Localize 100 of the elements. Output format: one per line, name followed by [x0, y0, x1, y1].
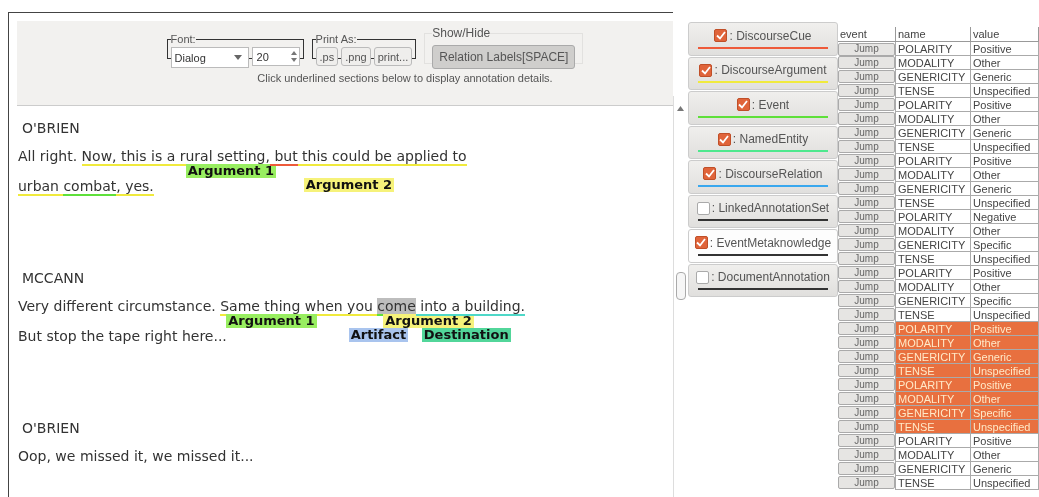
speaker-name: O'BRIEN	[21, 119, 81, 138]
jump-button[interactable]: Jump	[838, 350, 895, 364]
table-cell: TENSE	[895, 83, 971, 98]
annotation-link[interactable]: combat	[63, 178, 117, 196]
table-cell: GENERICITY	[895, 125, 971, 140]
layer-toggle[interactable]: : DiscourseCue	[688, 22, 838, 56]
annotation-link[interactable]: into a building.	[415, 298, 526, 316]
scroll-up-icon[interactable]	[677, 106, 684, 111]
print-button[interactable]: .ps	[315, 47, 339, 66]
table-cell: Unspecified	[970, 195, 1039, 210]
annotation-link[interactable]: Now, this is a	[81, 148, 180, 166]
table-cell: Negative	[970, 209, 1039, 224]
jump-button[interactable]: Jump	[838, 434, 895, 448]
table-cell: TENSE	[895, 307, 971, 322]
print-button[interactable]: .png	[341, 47, 371, 66]
column-header[interactable]: event	[838, 27, 896, 42]
table-cell: Other	[970, 223, 1039, 238]
table-cell: MODALITY	[895, 279, 971, 294]
table-cell: POLARITY	[895, 97, 971, 112]
jump-button[interactable]: Jump	[838, 294, 895, 308]
annotation-link[interactable]: urban	[18, 178, 64, 196]
group-label: Show/Hide	[432, 26, 491, 40]
table-cell: Other	[970, 111, 1039, 126]
table-cell: GENERICITY	[895, 181, 971, 196]
table-cell: MODALITY	[895, 111, 971, 126]
layer-toggle[interactable]: : DiscourseRelation	[688, 160, 838, 194]
layer-toggle[interactable]: : EventMetaknowledge	[688, 229, 838, 263]
jump-button[interactable]: Jump	[838, 84, 895, 98]
jump-button[interactable]: Jump	[838, 224, 895, 238]
jump-button[interactable]: Jump	[838, 42, 895, 56]
jump-button[interactable]: Jump	[838, 448, 895, 462]
jump-button[interactable]: Jump	[838, 140, 895, 154]
jump-button[interactable]: Jump	[838, 322, 895, 336]
caret-icon	[233, 55, 242, 60]
annotation-link[interactable]: but	[269, 148, 298, 166]
checkbox[interactable]	[696, 201, 710, 215]
checkbox[interactable]	[699, 63, 713, 77]
table-cell: Positive	[970, 153, 1039, 168]
jump-button[interactable]: Jump	[838, 476, 895, 490]
jump-button[interactable]: Jump	[838, 98, 895, 112]
group-label: Font:	[170, 33, 196, 45]
jump-button[interactable]: Jump	[838, 238, 895, 252]
layer-toggle[interactable]: : Event	[688, 91, 838, 125]
layer-toggle[interactable]: : LinkedAnnotationSet	[688, 194, 838, 228]
table-cell: Positive	[970, 97, 1039, 112]
table-cell: POLARITY	[895, 433, 971, 448]
table-cell: TENSE	[895, 195, 971, 210]
jump-button[interactable]: Jump	[838, 168, 895, 182]
table-cell: GENERICITY	[895, 293, 971, 308]
annotation-link[interactable]: come	[377, 298, 416, 316]
jump-button[interactable]: Jump	[838, 210, 895, 224]
column-header[interactable]: name	[895, 27, 971, 42]
table-cell: POLARITY	[895, 41, 971, 56]
print-button[interactable]: print...	[373, 47, 413, 66]
jump-button[interactable]: Jump	[838, 280, 895, 294]
checkbox[interactable]	[696, 270, 710, 284]
relation-label: Destination	[421, 328, 511, 342]
checkbox[interactable]	[694, 236, 708, 250]
toggle-button[interactable]: Relation Labels[SPACE]	[432, 45, 576, 69]
checkbox[interactable]	[736, 98, 750, 112]
jump-button[interactable]: Jump	[838, 126, 895, 140]
jump-button[interactable]: Jump	[838, 308, 895, 322]
jump-button[interactable]: Jump	[838, 70, 895, 84]
jump-button[interactable]: Jump	[838, 266, 895, 280]
font-dropdown[interactable]: Dialog	[170, 47, 249, 68]
table-cell: Other	[970, 167, 1039, 182]
checkbox[interactable]	[714, 29, 728, 43]
jump-button[interactable]: Jump	[838, 56, 895, 70]
jump-button[interactable]: Jump	[838, 378, 895, 392]
layer-toggle[interactable]: : DiscourseArgument	[688, 56, 838, 90]
jump-button[interactable]: Jump	[838, 336, 895, 350]
jump-button[interactable]: Jump	[838, 406, 895, 420]
annotation-link[interactable]: , yes.	[116, 178, 154, 196]
relation-label: Argument 2	[383, 314, 474, 328]
jump-button[interactable]: Jump	[838, 196, 895, 210]
jump-button[interactable]: Jump	[838, 252, 895, 266]
relation-label: Artifact	[348, 328, 409, 342]
table-cell: Unspecified	[970, 307, 1039, 322]
transcript-text: But stop the tape right here...	[18, 328, 227, 344]
checkbox[interactable]	[703, 167, 717, 181]
table-cell: Generic	[970, 125, 1039, 140]
column-header[interactable]: value	[970, 27, 1039, 42]
checkbox[interactable]	[717, 132, 731, 146]
jump-button[interactable]: Jump	[838, 112, 895, 126]
spin-arrows-icon	[290, 51, 297, 62]
table-cell: Generic	[970, 461, 1039, 476]
table-cell: MODALITY	[895, 167, 971, 182]
table-cell: Unspecified	[970, 83, 1039, 98]
layer-toggle[interactable]: : NamedEntity	[688, 125, 838, 159]
table-cell: Other	[970, 55, 1039, 70]
annotation-link[interactable]: this could be applied to	[297, 148, 467, 166]
jump-button[interactable]: Jump	[838, 392, 895, 406]
layer-toggle[interactable]: : DocumentAnnotation	[688, 263, 838, 297]
jump-button[interactable]: Jump	[838, 154, 895, 168]
jump-button[interactable]: Jump	[838, 420, 895, 434]
size-spinner[interactable]: 20	[251, 47, 300, 66]
jump-button[interactable]: Jump	[838, 462, 895, 476]
scroll-thumb[interactable]	[676, 272, 686, 300]
jump-button[interactable]: Jump	[838, 364, 895, 378]
jump-button[interactable]: Jump	[838, 182, 895, 196]
